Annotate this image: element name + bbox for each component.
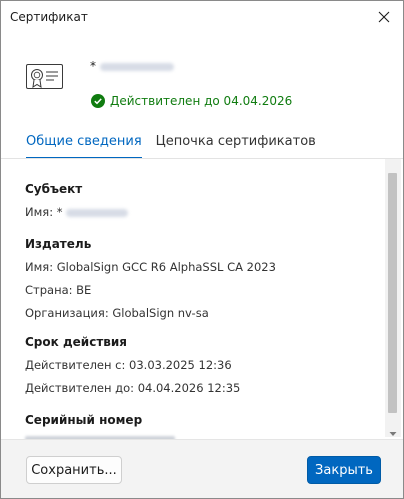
subject-name-row: Имя: * <box>25 205 129 219</box>
close-button[interactable]: Закрыть <box>307 456 381 484</box>
certificate-subject-name: * <box>90 59 174 73</box>
scroll-up-arrow-icon[interactable] <box>389 165 397 178</box>
issuer-country: Страна: BE <box>25 283 92 297</box>
dialog-footer: Сохранить... Закрыть <box>1 439 403 498</box>
subject-name-label: Имя: * <box>25 205 63 219</box>
certificate-icon <box>26 60 66 98</box>
close-window-button[interactable] <box>371 5 397 29</box>
subject-prefix: * <box>90 59 96 73</box>
issuer-heading: Издатель <box>25 237 92 251</box>
check-circle-icon <box>91 94 105 108</box>
tab-bar: Общие сведения Цепочка сертификатов <box>26 134 316 159</box>
issuer-section: Издатель Имя: GlobalSign GCC R6 AlphaSSL… <box>25 237 276 320</box>
serial-heading: Серийный номер <box>25 413 143 427</box>
scroll-thumb[interactable] <box>388 173 397 413</box>
validity-period-heading: Срок действия <box>25 335 127 349</box>
window-title: Сертификат <box>10 10 88 24</box>
details-scrollbar[interactable] <box>385 159 401 437</box>
serial-section: Серийный номер <box>25 413 142 427</box>
validity-status: Действителен до 04.04.2026 <box>91 94 292 108</box>
details-pane: Субъект Имя: * Издатель Имя: GlobalSign … <box>1 159 385 439</box>
title-bar: Сертификат <box>1 1 403 35</box>
validity-text: Действителен до 04.04.2026 <box>110 94 293 108</box>
valid-from: Действителен с: 03.03.2025 12:36 <box>25 358 232 372</box>
subject-heading: Субъект <box>25 182 83 196</box>
issuer-organization: Организация: GlobalSign nv-sa <box>25 306 209 320</box>
redacted-subject-name <box>66 208 129 217</box>
valid-to: Действителен до: 04.04.2026 12:35 <box>25 381 241 395</box>
issuer-name: Имя: GlobalSign GCC R6 AlphaSSL CA 2023 <box>25 260 276 274</box>
validity-period-section: Срок действия Действителен с: 03.03.2025… <box>25 335 240 395</box>
tab-certificate-chain[interactable]: Цепочка сертификатов <box>156 134 316 159</box>
subject-section: Субъект Имя: * <box>25 182 129 219</box>
redacted-domain <box>100 62 174 71</box>
tab-general[interactable]: Общие сведения <box>26 134 142 159</box>
scroll-down-arrow-icon[interactable] <box>389 423 397 436</box>
close-icon <box>378 11 390 23</box>
certificate-dialog: Сертификат * Действителен до 04.04.2026 … <box>0 0 404 499</box>
save-button[interactable]: Сохранить... <box>26 456 122 484</box>
